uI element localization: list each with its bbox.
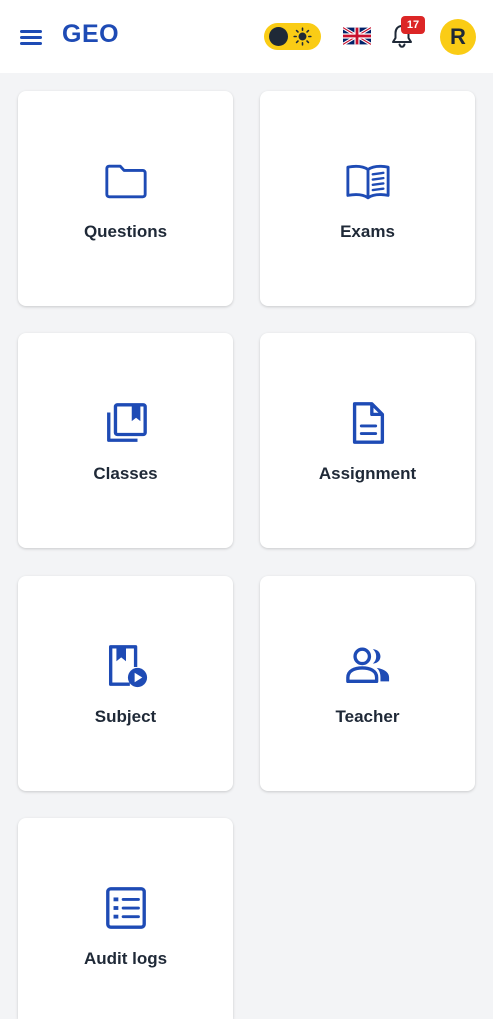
card-classes[interactable]: Classes xyxy=(18,333,233,548)
card-label: Classes xyxy=(93,464,158,483)
card-label: Exams xyxy=(340,222,395,241)
card-label: Teacher xyxy=(335,707,400,726)
brand-logo[interactable]: GEO xyxy=(62,20,119,49)
card-assignment[interactable]: Assignment xyxy=(260,333,475,548)
sun-icon xyxy=(293,27,312,46)
card-questions[interactable]: Questions xyxy=(18,91,233,306)
notification-badge: 17 xyxy=(401,16,425,34)
theme-toggle[interactable] xyxy=(264,23,321,50)
card-subject[interactable]: Subject xyxy=(18,576,233,791)
card-label: Audit logs xyxy=(83,949,168,968)
folder-icon xyxy=(103,158,149,204)
people-icon xyxy=(345,643,391,689)
card-audit-logs[interactable]: Audit logs xyxy=(18,818,233,1019)
hamburger-menu-icon[interactable] xyxy=(20,28,42,46)
uk-flag-icon[interactable] xyxy=(343,27,371,45)
top-bar: GEO 17 R xyxy=(0,0,493,73)
card-label: Subject xyxy=(94,707,157,726)
open-book-icon xyxy=(345,158,391,204)
document-icon xyxy=(345,400,391,446)
list-icon xyxy=(103,885,149,931)
card-exams[interactable]: Exams xyxy=(260,91,475,306)
book-play-icon xyxy=(103,643,149,689)
toggle-knob xyxy=(269,27,288,46)
avatar[interactable]: R xyxy=(440,19,476,55)
card-teacher[interactable]: Teacher xyxy=(260,576,475,791)
card-label: Questions xyxy=(83,222,168,241)
bookmarks-stack-icon xyxy=(103,400,149,446)
card-label: Assignment xyxy=(318,464,417,483)
